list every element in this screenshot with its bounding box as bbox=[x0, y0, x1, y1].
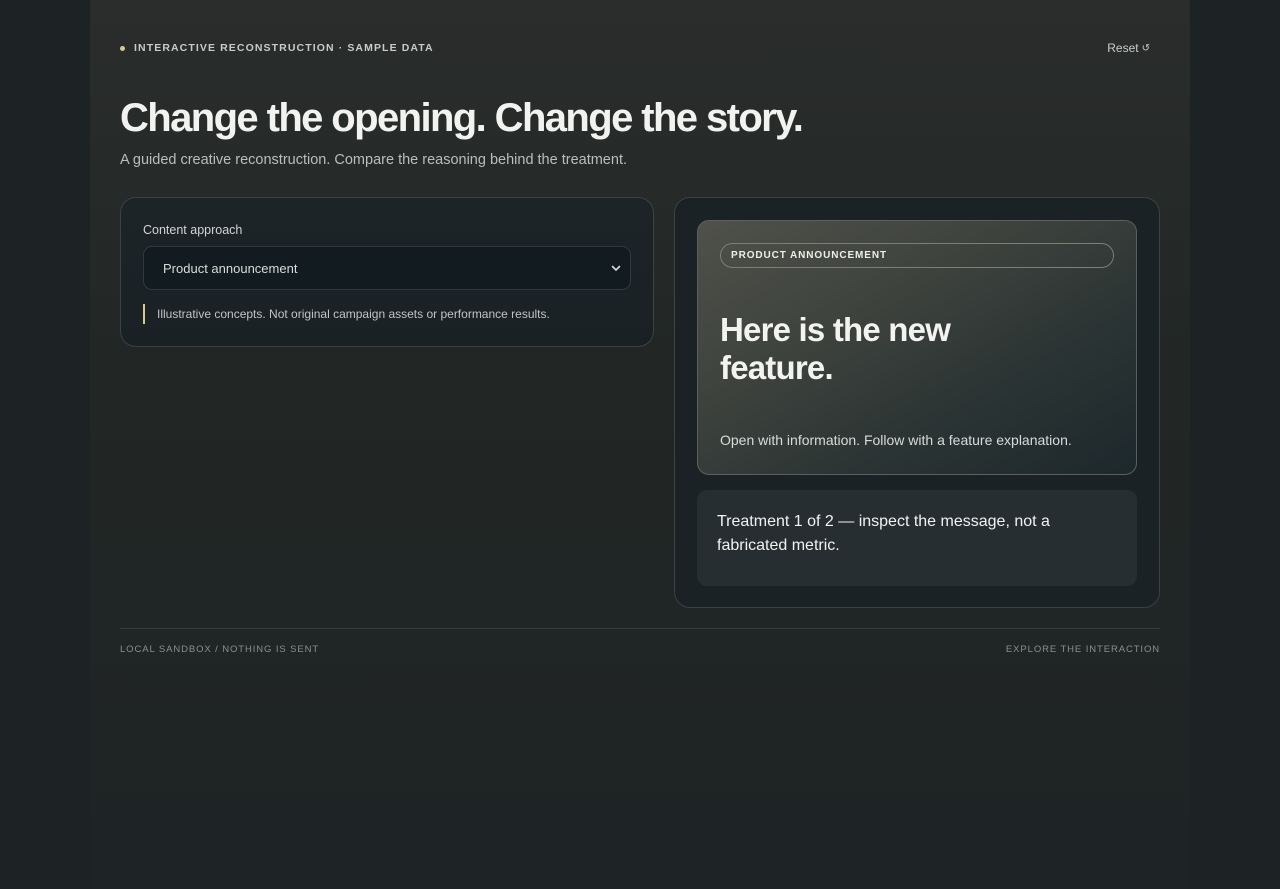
footer-divider bbox=[120, 628, 1160, 629]
controls-card: Content approach Product announcement Il… bbox=[120, 197, 654, 347]
page-subtitle: A guided creative reconstruction. Compar… bbox=[120, 152, 627, 168]
treatment-preview: PRODUCT ANNOUNCEMENT Here is the new fea… bbox=[697, 220, 1137, 475]
footer-right-text: EXPLORE THE INTERACTION bbox=[1005, 644, 1160, 655]
disclaimer-note: Illustrative concepts. Not original camp… bbox=[143, 304, 550, 324]
content-approach-label: Content approach bbox=[143, 223, 243, 237]
chevron-down-icon bbox=[611, 265, 621, 271]
page-panel: INTERACTIVE RECONSTRUCTION · SAMPLE DATA… bbox=[90, 0, 1190, 889]
preview-body: Open with information. Follow with a fea… bbox=[720, 432, 1072, 448]
eyebrow: INTERACTIVE RECONSTRUCTION · SAMPLE DATA bbox=[120, 42, 434, 54]
treatment-status: Treatment 1 of 2 — inspect the message, … bbox=[697, 490, 1137, 586]
reset-label: Reset bbox=[1107, 41, 1139, 55]
treatment-tag: PRODUCT ANNOUNCEMENT bbox=[720, 243, 1114, 268]
accent-dot-icon bbox=[120, 45, 125, 51]
eyebrow-label: INTERACTIVE RECONSTRUCTION · SAMPLE DATA bbox=[134, 42, 434, 54]
preview-card: PRODUCT ANNOUNCEMENT Here is the new fea… bbox=[674, 197, 1160, 608]
footer-left-text: LOCAL SANDBOX / NOTHING IS SENT bbox=[120, 644, 320, 655]
reset-button[interactable]: Reset ↺ bbox=[1107, 41, 1150, 55]
content-approach-select[interactable]: Product announcement bbox=[143, 246, 631, 290]
reset-icon: ↺ bbox=[1141, 42, 1150, 54]
page-title: Change the opening. Change the story. bbox=[120, 96, 804, 140]
selected-option: Product announcement bbox=[163, 260, 298, 276]
top-bar: INTERACTIVE RECONSTRUCTION · SAMPLE DATA… bbox=[120, 41, 1160, 55]
preview-headline: Here is the new feature. bbox=[720, 311, 951, 386]
